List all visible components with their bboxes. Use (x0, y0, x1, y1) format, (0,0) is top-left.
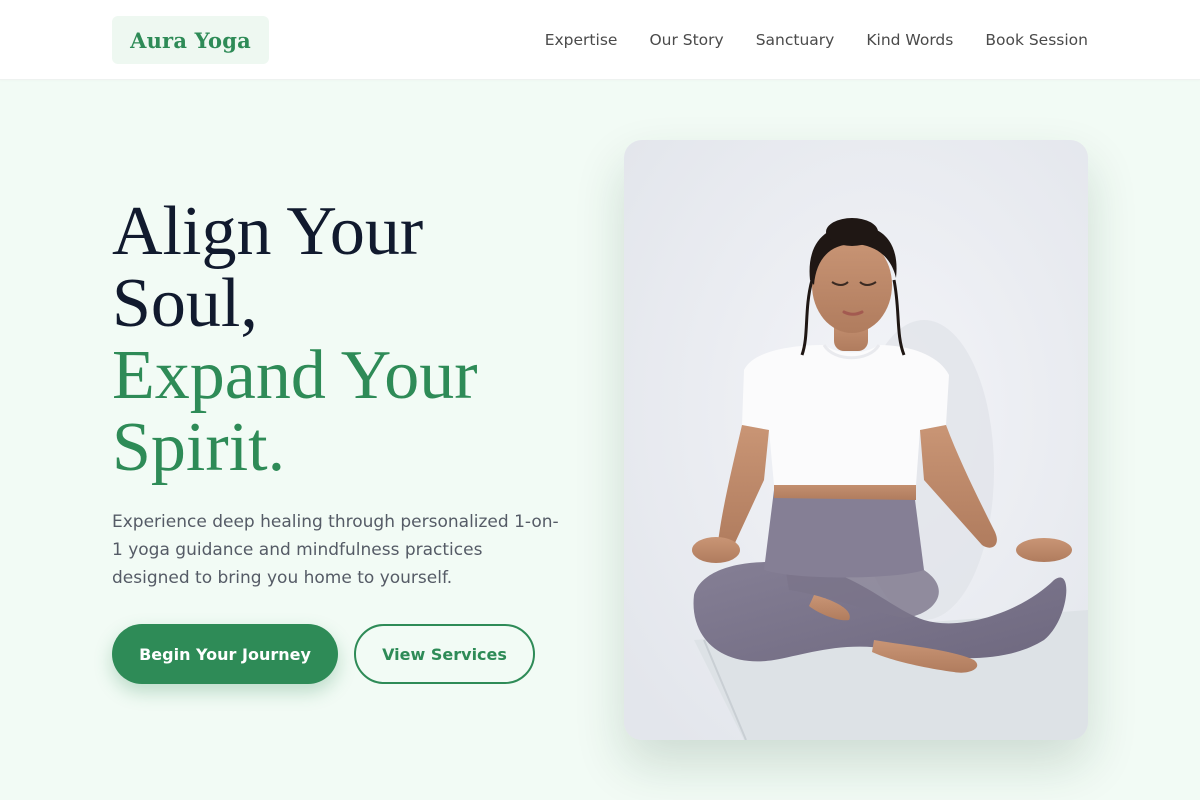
nav-link-book-session[interactable]: Book Session (985, 31, 1088, 49)
hero-title-accent-line: Spirit. (112, 409, 286, 486)
logo[interactable]: Aura Yoga (112, 16, 269, 64)
nav-link-our-story[interactable]: Our Story (649, 31, 723, 49)
nav-link-expertise[interactable]: Expertise (545, 31, 618, 49)
meditation-photo-icon (624, 140, 1088, 740)
hero-title: Align Your Soul, Expand Your Spirit. (112, 196, 582, 484)
hero-title-line: Soul, (112, 265, 258, 342)
hero-image (624, 140, 1088, 740)
site-header: Aura Yoga Expertise Our Story Sanctuary … (0, 0, 1200, 80)
hero-title-accent-line: Expand Your (112, 337, 478, 414)
hero-description: Experience deep healing through personal… (112, 512, 559, 588)
nav-link-sanctuary[interactable]: Sanctuary (756, 31, 835, 49)
nav-link-kind-words[interactable]: Kind Words (866, 31, 953, 49)
begin-journey-button[interactable]: Begin Your Journey (112, 624, 338, 684)
view-services-button[interactable]: View Services (354, 624, 535, 684)
main-nav: Expertise Our Story Sanctuary Kind Words… (545, 0, 1088, 80)
hero-title-line: Align Your (112, 193, 424, 270)
